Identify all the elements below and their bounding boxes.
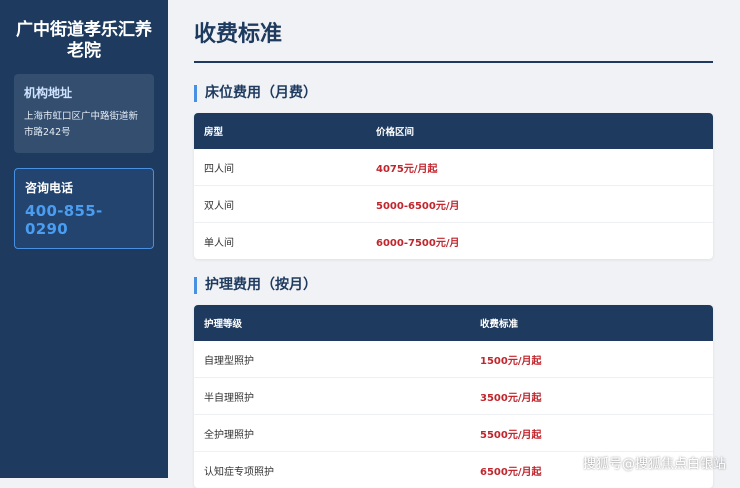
page-title: 收费标准	[194, 20, 713, 63]
price-cell: 6500元/月起	[480, 466, 542, 478]
address-line1: 上海市虹口区广中路街道新	[24, 111, 139, 122]
care-level-cell: 认知症专项照护	[204, 466, 274, 478]
phone-number[interactable]: 400-855-0290	[25, 202, 143, 238]
table-header: 房型 价格区间	[194, 113, 713, 149]
watermark: 搜狐号@搜狐焦点白银站	[582, 457, 726, 472]
table-row: 全护理照护 5500元/月起	[194, 415, 713, 452]
table-row: 双人间 5000-6500元/月	[194, 186, 713, 223]
room-type-cell: 四人间	[204, 163, 234, 175]
care-level-cell: 全护理照护	[204, 429, 254, 441]
org-name: 广中街道孝乐汇养 老院	[14, 20, 154, 62]
price-cell: 1500元/月起	[480, 355, 542, 367]
phone-card[interactable]: 咨询电话 400-855-0290	[14, 168, 154, 249]
table-header: 护理等级 收费标准	[194, 305, 713, 341]
address-title: 机构地址	[24, 86, 73, 100]
address-text: 上海市虹口区广中路街道新 市路242号	[24, 109, 144, 141]
header-care-level: 护理等级	[204, 319, 243, 330]
table-row: 自理型照护 1500元/月起	[194, 341, 713, 378]
address-card: 机构地址 上海市虹口区广中路街道新 市路242号	[14, 74, 154, 153]
price-cell: 6000-7500元/月	[376, 237, 460, 249]
bed-section-title: 床位费用（月费）	[194, 85, 713, 102]
price-cell: 5500元/月起	[480, 429, 542, 441]
care-level-cell: 自理型照护	[204, 355, 254, 367]
care-level-cell: 半自理照护	[204, 392, 254, 404]
table-row: 单人间 6000-7500元/月	[194, 223, 713, 259]
header-price-range: 价格区间	[376, 127, 415, 138]
bed-fee-table: 房型 价格区间 四人间 4075元/月起 双人间 5000-6500元/月 单人…	[194, 113, 713, 259]
phone-title: 咨询电话	[25, 181, 74, 195]
price-cell: 3500元/月起	[480, 392, 542, 404]
price-cell: 4075元/月起	[376, 163, 438, 175]
header-fee-standard: 收费标准	[480, 319, 519, 330]
care-section-title: 护理费用（按月）	[194, 277, 713, 294]
address-line2: 市路242号	[24, 127, 71, 138]
table-row: 四人间 4075元/月起	[194, 149, 713, 186]
price-cell: 5000-6500元/月	[376, 200, 460, 212]
org-name-line2: 老院	[67, 41, 101, 61]
org-name-line1: 广中街道孝乐汇养	[16, 20, 152, 40]
room-type-cell: 双人间	[204, 200, 234, 212]
main-content: 收费标准 床位费用（月费） 房型 价格区间 四人间 4075元/月起 双人间 5…	[168, 0, 740, 488]
table-row: 半自理照护 3500元/月起	[194, 378, 713, 415]
header-room-type: 房型	[204, 127, 224, 138]
room-type-cell: 单人间	[204, 237, 234, 249]
sidebar: 广中街道孝乐汇养 老院 机构地址 上海市虹口区广中路街道新 市路242号 咨询电…	[0, 0, 168, 478]
